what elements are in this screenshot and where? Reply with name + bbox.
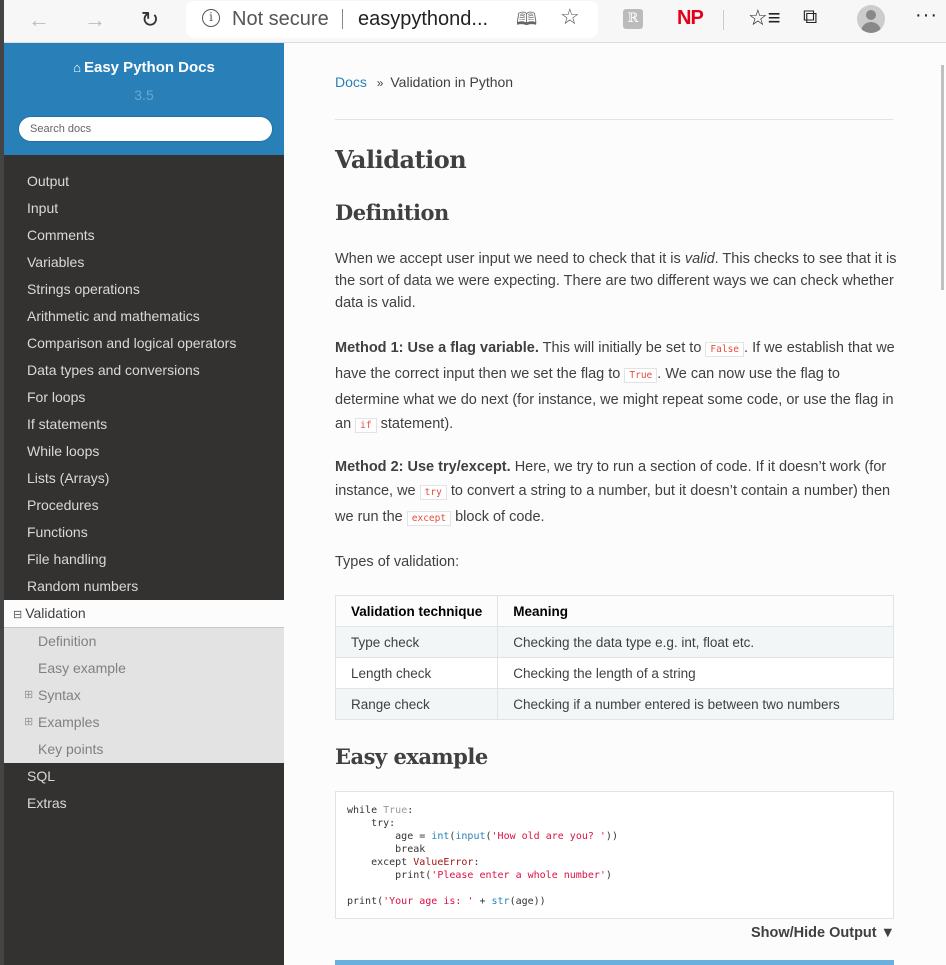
divider [335, 119, 893, 120]
more-icon[interactable]: ··· [915, 4, 938, 27]
sidebar-item-procedures[interactable]: Procedures [4, 492, 284, 519]
table-cell: Range check [334, 688, 499, 720]
sidebar-subitem-easy-example[interactable]: Easy example [4, 655, 284, 682]
sidebar-item-comparison[interactable]: Comparison and logical operators [4, 330, 284, 357]
types-label: Types of validation: [335, 554, 460, 570]
method2-paragraph: Method 2: Use try/except. Here, we try t… [335, 459, 891, 526]
home-icon: ⌂ [73, 60, 81, 75]
sidebar-subitem-examples[interactable]: ⊞ Examples [4, 709, 284, 736]
sidebar-menu: Output Input Comments Variables Strings … [4, 168, 284, 817]
inline-code: except [406, 511, 452, 526]
read-aloud-icon[interactable]: 🕮 [516, 7, 537, 37]
sidebar-item-strings[interactable]: Strings operations [4, 276, 284, 303]
sidebar-item-output[interactable]: Output [4, 168, 284, 195]
profile-avatar[interactable] [857, 5, 885, 33]
inline-code: if [355, 418, 377, 433]
table-row: Range check Checking if a number entered… [334, 688, 894, 720]
version-label: 3.5 [134, 87, 154, 103]
search-input[interactable]: Search docs [18, 116, 273, 142]
sidebar-item-input[interactable]: Input [4, 195, 284, 222]
sidebar-item-sql[interactable]: SQL [4, 763, 284, 790]
table-cell: Length check [334, 657, 499, 689]
table-header: Validation technique [334, 595, 499, 627]
breadcrumb-separator: » [376, 76, 384, 90]
address-divider [342, 9, 343, 29]
collections-icon[interactable]: ⧉ [803, 6, 817, 29]
browser-toolbar: ← → ↻ i Not secure easypythond... 🕮 ☆ ℝ … [0, 0, 946, 42]
sidebar-item-data-types[interactable]: Data types and conversions [4, 357, 284, 384]
sidebar-item-random-numbers[interactable]: Random numbers [4, 573, 284, 600]
forward-button[interactable]: → [78, 4, 112, 36]
inline-code: True [624, 368, 658, 383]
extension-np-icon[interactable]: NP [677, 7, 704, 30]
sidebar-subitem-syntax[interactable]: ⊞ Syntax [4, 682, 284, 709]
sidebar-item-validation[interactable]: ⊟ Validation [4, 600, 284, 628]
sidebar-item-arithmetic[interactable]: Arithmetic and mathematics [4, 303, 284, 330]
table-row: Length check Checking the length of a st… [334, 657, 894, 689]
sidebar-item-extras[interactable]: Extras [4, 790, 284, 817]
sidebar-item-if-statements[interactable]: If statements [4, 411, 284, 438]
breadcrumb-current: Validation in Python [390, 74, 514, 90]
sidebar-item-functions[interactable]: Functions [4, 519, 284, 546]
sidebar-subitem-definition[interactable]: Definition [4, 628, 284, 655]
extension-r-icon[interactable]: ℝ [623, 9, 643, 29]
sidebar-subitem-key-points[interactable]: Key points [4, 736, 284, 763]
back-button[interactable]: ← [22, 4, 56, 36]
sidebar-item-label: Validation [25, 605, 86, 621]
easy-example-heading: Easy example [335, 744, 488, 769]
brand-title: Easy Python Docs [83, 59, 215, 76]
page: ⌂ Easy Python Docs 3.5 Search docs Output… [4, 42, 946, 965]
page-title: Validation [335, 145, 467, 174]
sidebar-item-while-loops[interactable]: While loops [4, 438, 284, 465]
expand-icon[interactable]: ⊞ [24, 709, 33, 736]
table-header-row: Validation technique Meaning [334, 595, 894, 627]
code-block: while True: try: age = int(input('How ol… [335, 791, 894, 919]
sidebar-subitem-label: Syntax [38, 687, 81, 703]
definition-heading: Definition [335, 200, 449, 225]
favorites-icon[interactable]: ☆≡ [748, 5, 781, 31]
expand-icon[interactable]: ⊞ [24, 682, 33, 709]
address-bar[interactable]: i Not secure easypythond... 🕮 ☆ [186, 1, 598, 38]
definition-paragraph: When we accept user input we need to che… [335, 251, 897, 311]
url-text[interactable]: easypythond... [358, 8, 488, 31]
inline-code: False [705, 342, 745, 357]
table-header: Meaning [497, 595, 894, 627]
scrollbar[interactable] [941, 65, 944, 290]
inline-code: try [419, 485, 447, 500]
table-row: Type check Checking the data type e.g. i… [334, 626, 894, 658]
validation-table: Validation technique Meaning Type check … [334, 595, 894, 720]
table-cell: Checking the length of a string [497, 657, 894, 689]
breadcrumb-docs-link[interactable]: Docs [335, 74, 367, 90]
sidebar-subitem-label: Examples [38, 714, 100, 730]
sidebar-item-variables[interactable]: Variables [4, 249, 284, 276]
breadcrumb: Docs » Validation in Python [335, 74, 513, 90]
reload-button[interactable]: ↻ [133, 4, 167, 36]
table-cell: Type check [334, 626, 499, 658]
output-panel-top [335, 960, 894, 965]
collapse-icon[interactable]: ⊟ [13, 609, 22, 621]
security-label[interactable]: Not secure [232, 8, 329, 31]
info-icon[interactable]: i [202, 9, 220, 27]
add-favorite-icon[interactable]: ☆ [560, 4, 580, 30]
sidebar-header: ⌂ Easy Python Docs 3.5 Search docs [4, 43, 284, 155]
brand-link[interactable]: ⌂ Easy Python Docs [4, 59, 284, 76]
table-cell: Checking if a number entered is between … [497, 688, 894, 720]
sidebar: ⌂ Easy Python Docs 3.5 Search docs Output… [4, 43, 284, 965]
method1-paragraph: Method 1: Use a flag variable. This will… [335, 340, 895, 433]
sidebar-item-lists[interactable]: Lists (Arrays) [4, 465, 284, 492]
toolbar-divider [723, 10, 724, 30]
sidebar-item-file-handling[interactable]: File handling [4, 546, 284, 573]
validation-submenu: Definition Easy example ⊞ Syntax ⊞ Example… [4, 628, 284, 763]
sidebar-item-for-loops[interactable]: For loops [4, 384, 284, 411]
show-hide-output-button[interactable]: Show/Hide Output ▼ [751, 925, 895, 941]
table-cell: Checking the data type e.g. int, float e… [497, 626, 894, 658]
sidebar-item-comments[interactable]: Comments [4, 222, 284, 249]
